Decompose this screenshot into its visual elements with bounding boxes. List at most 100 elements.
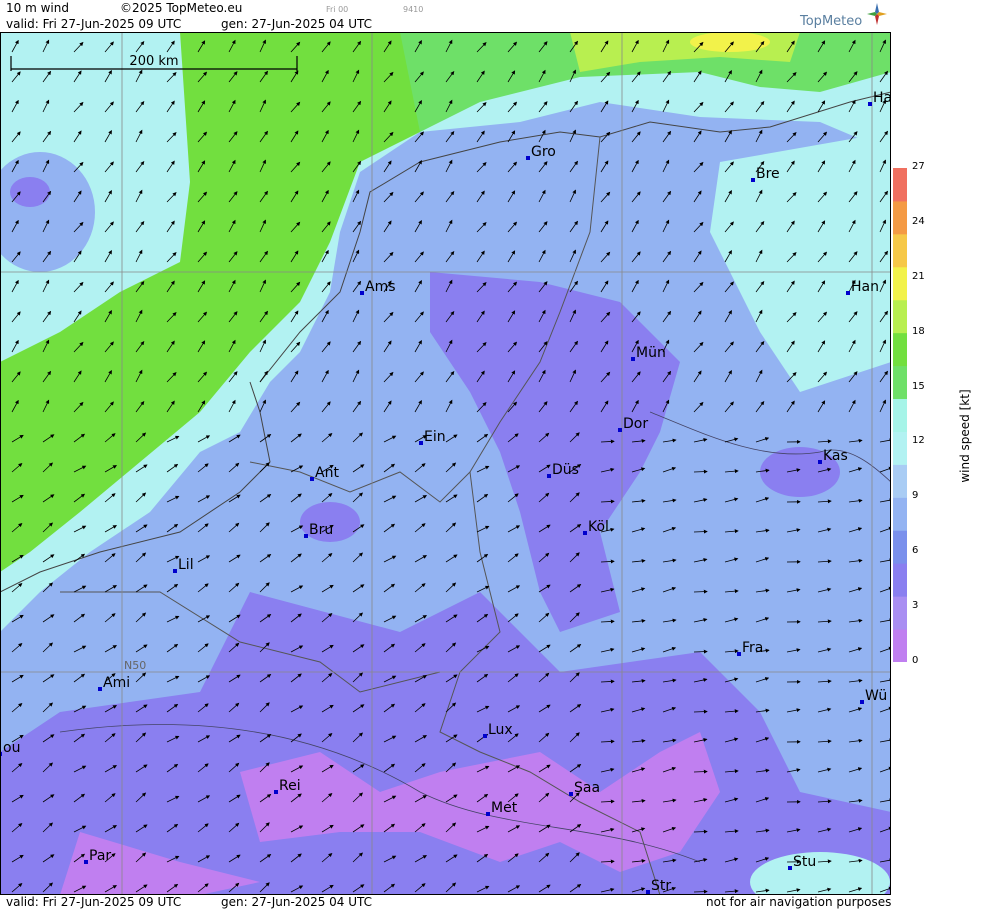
wind-arrow [693, 529, 708, 534]
city-dot [547, 474, 551, 478]
wind-arrow [693, 829, 708, 834]
colorbar-tick-label: 9 [912, 490, 919, 502]
city-dot [631, 357, 635, 361]
colorbar [893, 168, 907, 662]
footer-generation-time: gen: 27-Jun-2025 04 UTC [221, 895, 373, 909]
colorbar-segment [893, 464, 907, 498]
tiny-code-label: 9410 [403, 5, 424, 14]
colorbar-segment [893, 596, 907, 630]
colorbar-tick-label: 3 [912, 600, 919, 612]
generation-time: gen: 27-Jun-2025 04 UTC [221, 17, 373, 31]
city-label: Bre [756, 166, 780, 182]
city-dot [618, 428, 622, 432]
city-dot [818, 460, 822, 464]
city-dot [310, 477, 314, 481]
wind-arrow [693, 469, 708, 474]
city-marker: Stu [788, 854, 816, 870]
colorbar-segment [893, 233, 907, 268]
city-marker: ou [0, 740, 20, 756]
city-dot [360, 291, 364, 295]
city-label: Wü [865, 688, 887, 704]
city-label: Saa [574, 780, 600, 796]
city-dot [98, 687, 102, 691]
city-dot [860, 700, 864, 704]
footer-valid-time: valid: Fri 27-Jun-2025 09 UTC [6, 895, 182, 909]
city-marker: Han [846, 279, 879, 295]
city-marker: Wü [860, 688, 887, 704]
city-label: Mün [636, 345, 666, 361]
colorbar-segment [893, 497, 907, 531]
city-marker: Mün [631, 345, 666, 361]
colorbar-segment [893, 299, 907, 334]
copyright-text: ©2025 TopMeteo.eu [120, 1, 243, 15]
city-marker: Met [486, 800, 518, 816]
city-marker: Bru [304, 522, 333, 538]
city-label: Met [491, 800, 518, 816]
city-marker: Lux [483, 722, 513, 738]
colorbar-tick-label: 6 [912, 545, 919, 557]
colorbar-segment [893, 332, 907, 367]
colorbar-tick-label: 24 [912, 215, 925, 227]
colorbar-segment [893, 398, 907, 432]
city-label: Lux [488, 722, 513, 738]
city-label: Stu [793, 854, 816, 870]
city-marker: Düs [547, 462, 579, 478]
colorbar-segment [893, 629, 907, 662]
city-dot [84, 860, 88, 864]
city-dot [526, 156, 530, 160]
city-label: Fra [742, 640, 763, 656]
valid-time: valid: Fri 27-Jun-2025 09 UTC [6, 17, 182, 31]
city-marker: Gro [526, 144, 556, 160]
wind-arrow [693, 769, 708, 774]
tiny-day-label: Fri 00 [326, 5, 349, 14]
wind-map: N50 200 km Gro Bre Ha Ams Han Mün Dor Ein Kas Ant… [0, 32, 891, 895]
colorbar-segment [893, 365, 907, 400]
colorbar-tick-label: 12 [912, 435, 925, 447]
colorbar-tick-label: 15 [912, 380, 925, 392]
colorbar-tick-label: 27 [912, 161, 925, 172]
wind-arrow [693, 709, 708, 714]
city-marker: Saa [569, 780, 600, 796]
city-label: Lil [178, 557, 194, 573]
city-label: Ein [424, 429, 446, 445]
city-dot [646, 890, 650, 894]
wind-arrow [693, 889, 708, 894]
city-label: Bru [309, 522, 333, 538]
colorbar-segment [893, 200, 907, 235]
scale-bar-label: 200 km [129, 54, 178, 69]
colorbar-segment [893, 168, 907, 202]
city-dot [274, 790, 278, 794]
city-label: Ams [365, 279, 396, 295]
colorbar-tick-label: 21 [912, 270, 925, 282]
city-dot [569, 792, 573, 796]
wind-patch-nw-core [10, 177, 50, 207]
wind-arrow [693, 649, 708, 654]
city-label: Rei [279, 778, 301, 794]
city-label: Han [851, 279, 879, 295]
city-dot [486, 812, 490, 816]
colorbar-tick-label: 0 [912, 655, 919, 666]
colorbar-segment [893, 563, 907, 597]
city-dot [304, 534, 308, 538]
colorbar-segment [893, 431, 907, 465]
logo-text: TopMeteo [800, 14, 863, 29]
colorbar-segment [893, 530, 907, 564]
city-dot [751, 178, 755, 182]
colorbar-segment [893, 266, 907, 301]
city-marker: Ams [360, 279, 396, 295]
city-label: Köl [588, 519, 609, 535]
grid-label-n50: N50 [124, 659, 146, 672]
city-marker: Bre [751, 166, 780, 182]
city-label: Dor [623, 416, 648, 432]
city-label: Ant [315, 465, 339, 481]
city-label: Str [651, 878, 671, 894]
city-label: Ha [873, 90, 891, 106]
compass-logo-icon [867, 3, 887, 25]
city-marker: Par [84, 848, 111, 864]
footer-notice: not for air navigation purposes [706, 895, 892, 909]
city-marker: Ant [310, 465, 339, 481]
wind-arrow [693, 589, 708, 594]
city-label: Ami [103, 675, 130, 691]
city-marker: Ami [98, 675, 130, 691]
city-dot [419, 441, 423, 445]
